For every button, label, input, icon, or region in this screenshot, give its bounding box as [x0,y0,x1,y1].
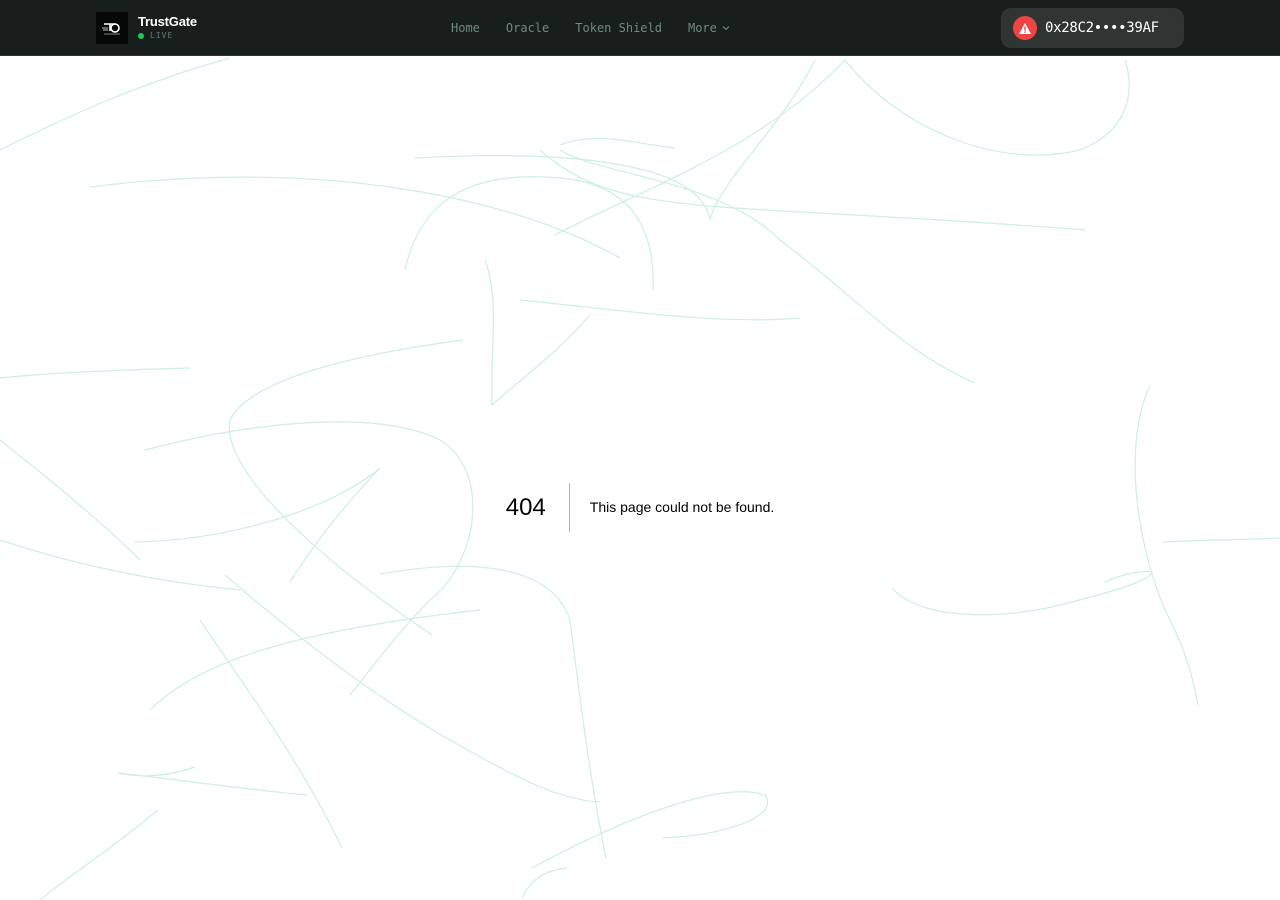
not-found-message: 404 This page could not be found. [0,483,1280,532]
warning-icon [1013,16,1037,40]
nav-item-home[interactable]: Home [451,21,480,35]
wallet-button[interactable]: 0x28C2••••39AF [1001,8,1184,48]
nav-item-more-label: More [687,21,717,35]
brand-name: TrustGate [138,14,197,29]
live-status: LIVE [138,31,197,41]
trustgate-logo-icon [96,12,128,44]
live-status-label: LIVE [150,31,174,40]
error-message: This page could not be found. [589,499,775,515]
background-decorative-lines [0,57,1280,900]
error-code: 404 [506,483,570,532]
nav-item-token-shield[interactable]: Token Shield [575,21,662,35]
nav-item-oracle[interactable]: Oracle [506,21,549,35]
wallet-address: 0x28C2••••39AF [1045,20,1159,36]
nav-item-more[interactable]: More [688,21,730,35]
main-nav: Home Oracle Token Shield More [451,0,756,56]
brand-link[interactable]: TrustGate LIVE [96,12,197,44]
live-status-dot [138,33,144,39]
chevron-down-icon [722,25,730,31]
top-navigation-bar: TrustGate LIVE Home Oracle Token Shield … [0,0,1280,56]
